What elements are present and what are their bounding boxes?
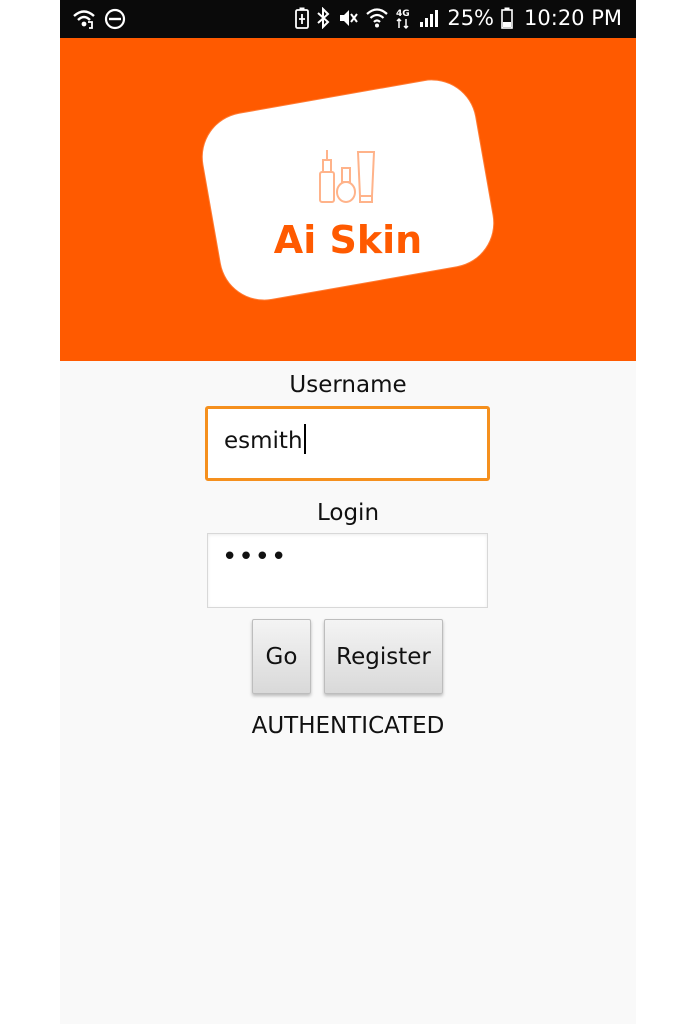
battery-saver-icon: [295, 7, 310, 29]
svg-text:4G: 4G: [396, 9, 410, 19]
login-label: Login: [316, 500, 380, 526]
wifi-icon: [366, 7, 389, 29]
status-bar: 4G 25% 10:20 PM: [60, 0, 636, 38]
register-button[interactable]: Register: [324, 619, 443, 694]
username-input[interactable]: esmith: [205, 406, 490, 481]
app-screen: 4G 25% 10:20 PM Ai Skin Username esmith …: [60, 0, 636, 1024]
mute-icon: [337, 7, 359, 29]
auth-status-message: AUTHENTICATED: [251, 713, 445, 739]
bluetooth-icon: [316, 7, 330, 29]
clock: 10:20 PM: [524, 6, 622, 30]
wifi-calling-icon: [72, 8, 96, 30]
do-not-disturb-icon: [104, 8, 126, 30]
signal-icon: [418, 7, 440, 29]
password-input[interactable]: ••••: [207, 533, 488, 608]
username-label: Username: [289, 372, 407, 398]
cosmetics-bottles-icon: [316, 146, 380, 213]
text-cursor: [303, 424, 306, 454]
4g-data-icon: 4G: [395, 6, 411, 30]
battery-percent: 25%: [447, 6, 495, 30]
go-button[interactable]: Go: [252, 619, 311, 694]
app-logo-text: Ai Skin: [273, 218, 423, 262]
app-header-banner: Ai Skin: [60, 38, 636, 361]
password-masked-value: ••••: [222, 542, 288, 572]
battery-icon: [501, 7, 513, 29]
username-value: esmith: [224, 428, 303, 454]
